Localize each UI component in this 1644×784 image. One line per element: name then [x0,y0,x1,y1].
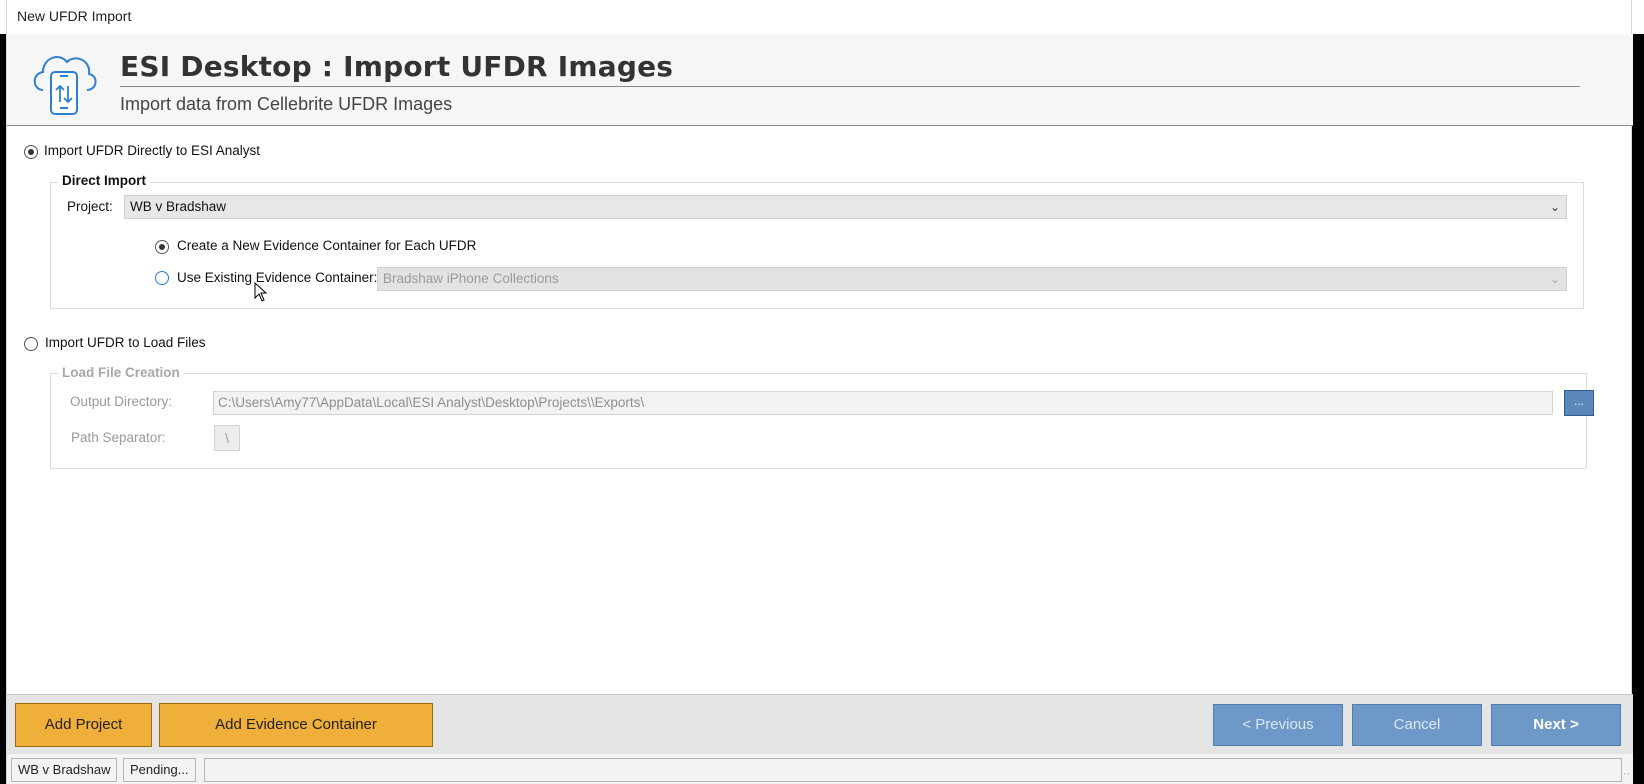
status-state: Pending... [123,758,196,782]
existing-container-radio[interactable] [155,271,169,285]
project-label: Project: [67,199,113,214]
import-dialog: New UFDR Import ESI Desktop : Import UFD… [6,0,1633,784]
add-project-button[interactable]: Add Project [15,703,152,747]
header-title: ESI Desktop : Import UFDR Images [120,50,674,83]
direct-import-legend: Direct Import [58,173,151,188]
import-direct-radio[interactable] [24,145,38,159]
existing-container-value: Bradshaw iPhone Collections [383,271,559,286]
new-container-radio[interactable] [155,240,169,254]
status-project: WB v Bradshaw [11,758,118,782]
existing-container-label[interactable]: Use Existing Evidence Container: [177,270,377,285]
dialog-header: ESI Desktop : Import UFDR Images Import … [7,34,1633,126]
mouse-cursor-icon [254,282,268,302]
path-separator-input[interactable]: \ [214,425,240,451]
previous-button[interactable]: < Previous [1213,704,1343,746]
header-subtitle: Import data from Cellebrite UFDR Images [120,94,453,114]
output-directory-label: Output Directory: [70,394,173,409]
chevron-down-icon: ⌄ [1549,272,1560,286]
import-loadfile-radio[interactable] [24,337,38,351]
header-divider [120,86,1580,87]
new-container-label[interactable]: Create a New Evidence Container for Each… [177,238,476,253]
resize-grip-icon[interactable]: ⋯ [1620,769,1630,780]
load-file-group [50,373,1587,469]
output-directory-input[interactable]: C:\Users\Amy77\AppData\Local\ESI Analyst… [213,391,1553,415]
status-progress [204,758,1622,782]
screen: New UFDR Import ESI Desktop : Import UFD… [0,0,1644,784]
chevron-down-icon: ⌄ [1549,200,1560,214]
path-separator-label: Path Separator: [71,430,166,445]
existing-container-dropdown[interactable]: Bradshaw iPhone Collections ⌄ [377,267,1567,291]
button-bar: Add Project Add Evidence Container < Pre… [7,694,1633,754]
project-dropdown-value: WB v Bradshaw [130,199,227,214]
cloud-phone-sync-icon [33,56,97,115]
next-button[interactable]: Next > [1491,704,1621,746]
status-bar: WB v Bradshaw Pending... ⋯ [7,754,1633,784]
add-evidence-container-button[interactable]: Add Evidence Container [159,703,433,747]
window-title: New UFDR Import [17,8,132,24]
cancel-button[interactable]: Cancel [1352,704,1482,746]
import-direct-label[interactable]: Import UFDR Directly to ESI Analyst [44,143,260,158]
project-dropdown[interactable]: WB v Bradshaw ⌄ [124,195,1567,219]
browse-button[interactable]: ... [1564,390,1594,416]
load-file-legend: Load File Creation [58,365,184,380]
import-loadfile-label[interactable]: Import UFDR to Load Files [45,335,206,350]
